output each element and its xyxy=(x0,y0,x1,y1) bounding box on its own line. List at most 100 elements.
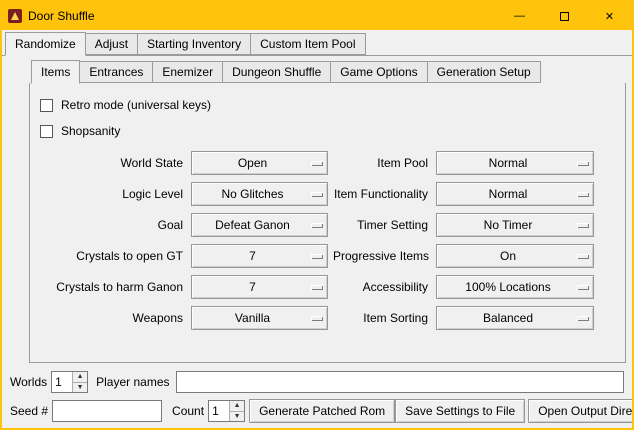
logic-level-dropdown[interactable]: No Glitches xyxy=(191,182,328,206)
titlebar: Door Shuffle — ✕ xyxy=(2,2,632,30)
goal-label: Goal xyxy=(38,218,186,232)
count-value[interactable]: 1 xyxy=(209,401,229,421)
spin-down-icon[interactable]: ▼ xyxy=(230,412,244,422)
item-pool-value: Normal xyxy=(441,156,575,170)
retro-mode-checkbox[interactable] xyxy=(40,99,53,112)
item-functionality-dropdown[interactable]: Normal xyxy=(436,182,594,206)
spin-up-icon[interactable]: ▲ xyxy=(230,401,244,412)
seed-entry[interactable] xyxy=(52,400,162,422)
logic-level-label: Logic Level xyxy=(38,187,186,201)
crystals-ganon-dropdown[interactable]: 7 xyxy=(191,275,328,299)
spin-down-icon[interactable]: ▼ xyxy=(73,383,87,393)
timer-setting-label: Timer Setting xyxy=(333,218,431,232)
dropdown-indicator-icon xyxy=(311,285,323,290)
crystals-ganon-label: Crystals to harm Ganon xyxy=(38,280,186,294)
goal-dropdown[interactable]: Defeat Ganon xyxy=(191,213,328,237)
worlds-value[interactable]: 1 xyxy=(52,372,72,392)
item-functionality-value: Normal xyxy=(441,187,575,201)
inner-notebook: Items Entrances Enemizer Dungeon Shuffle… xyxy=(29,60,626,363)
tab-adjust[interactable]: Adjust xyxy=(85,33,138,55)
item-sorting-dropdown[interactable]: Balanced xyxy=(436,306,594,330)
maximize-icon xyxy=(560,12,569,21)
tab-custom-item-pool[interactable]: Custom Item Pool xyxy=(250,33,365,55)
retro-mode-label: Retro mode (universal keys) xyxy=(61,98,211,112)
minimize-icon: — xyxy=(514,10,525,22)
save-settings-button[interactable]: Save Settings to File xyxy=(395,399,525,423)
retro-mode-row[interactable]: Retro mode (universal keys) xyxy=(40,93,625,117)
seed-label: Seed # xyxy=(10,404,48,418)
timer-setting-value: No Timer xyxy=(441,218,575,232)
crystals-gt-value: 7 xyxy=(196,249,309,263)
accessibility-label: Accessibility xyxy=(333,280,431,294)
app-window: Door Shuffle — ✕ Randomize Adjust Starti… xyxy=(0,0,634,430)
worlds-row: Worlds 1 ▲ ▼ Player names xyxy=(10,371,624,393)
item-functionality-label: Item Functionality xyxy=(333,187,431,201)
dropdown-indicator-icon xyxy=(311,223,323,228)
worlds-label: Worlds xyxy=(10,375,47,389)
dropdown-indicator-icon xyxy=(311,192,323,197)
window-controls: — ✕ xyxy=(497,2,632,30)
crystals-gt-dropdown[interactable]: 7 xyxy=(191,244,328,268)
shopsanity-row[interactable]: Shopsanity xyxy=(40,119,625,143)
world-state-value: Open xyxy=(196,156,309,170)
accessibility-value: 100% Locations xyxy=(441,280,575,294)
tab-items[interactable]: Items xyxy=(31,60,80,84)
item-sorting-label: Item Sorting xyxy=(333,311,431,325)
player-names-label: Player names xyxy=(96,375,169,389)
player-names-entry[interactable] xyxy=(176,371,625,393)
worlds-spin-arrows: ▲ ▼ xyxy=(72,372,87,392)
world-state-dropdown[interactable]: Open xyxy=(191,151,328,175)
progressive-items-value: On xyxy=(441,249,575,263)
count-label: Count xyxy=(172,404,204,418)
open-output-directory-button[interactable]: Open Output Directory xyxy=(528,399,634,423)
progressive-items-dropdown[interactable]: On xyxy=(436,244,594,268)
minimize-button[interactable]: — xyxy=(497,2,542,30)
dropdown-indicator-icon xyxy=(577,223,589,228)
randomize-tab-panel: Items Entrances Enemizer Dungeon Shuffle… xyxy=(2,56,632,428)
dropdown-indicator-icon xyxy=(311,161,323,166)
tab-starting-inventory[interactable]: Starting Inventory xyxy=(137,33,251,55)
crystals-gt-label: Crystals to open GT xyxy=(38,249,186,263)
dropdown-indicator-icon xyxy=(577,285,589,290)
weapons-label: Weapons xyxy=(38,311,186,325)
dropdown-indicator-icon xyxy=(577,161,589,166)
close-icon: ✕ xyxy=(605,10,614,23)
dropdown-indicator-icon xyxy=(577,254,589,259)
accessibility-dropdown[interactable]: 100% Locations xyxy=(436,275,594,299)
items-tab-panel: Retro mode (universal keys) Shopsanity W… xyxy=(29,82,626,363)
shopsanity-checkbox[interactable] xyxy=(40,125,53,138)
count-spinbox[interactable]: 1 ▲ ▼ xyxy=(208,400,245,422)
dropdown-indicator-icon xyxy=(311,254,323,259)
tab-generation-setup[interactable]: Generation Setup xyxy=(427,61,541,83)
item-sorting-value: Balanced xyxy=(441,311,575,325)
tab-entrances[interactable]: Entrances xyxy=(79,61,153,83)
item-pool-dropdown[interactable]: Normal xyxy=(436,151,594,175)
tab-randomize[interactable]: Randomize xyxy=(5,32,86,56)
shopsanity-label: Shopsanity xyxy=(61,124,120,138)
tab-game-options[interactable]: Game Options xyxy=(330,61,427,83)
progressive-items-label: Progressive Items xyxy=(333,249,431,263)
close-button[interactable]: ✕ xyxy=(587,2,632,30)
worlds-spinbox[interactable]: 1 ▲ ▼ xyxy=(51,371,88,393)
dropdown-indicator-icon xyxy=(577,192,589,197)
maximize-button[interactable] xyxy=(542,2,587,30)
dropdown-indicator-icon xyxy=(311,316,323,321)
inner-tab-bar: Items Entrances Enemizer Dungeon Shuffle… xyxy=(29,60,626,83)
item-pool-label: Item Pool xyxy=(333,156,431,170)
tab-dungeon-shuffle[interactable]: Dungeon Shuffle xyxy=(222,61,331,83)
goal-value: Defeat Ganon xyxy=(196,218,309,232)
tab-enemizer[interactable]: Enemizer xyxy=(152,61,223,83)
world-state-label: World State xyxy=(38,156,186,170)
crystals-ganon-value: 7 xyxy=(196,280,309,294)
options-grid: World State Open Item Pool Normal Logic … xyxy=(38,151,625,330)
spin-up-icon[interactable]: ▲ xyxy=(73,372,87,383)
timer-setting-dropdown[interactable]: No Timer xyxy=(436,213,594,237)
seed-row: Seed # Count 1 ▲ ▼ Generate Patched Rom … xyxy=(10,399,624,423)
dropdown-indicator-icon xyxy=(577,316,589,321)
weapons-value: Vanilla xyxy=(196,311,309,325)
generate-patched-rom-button[interactable]: Generate Patched Rom xyxy=(249,399,395,423)
count-spin-arrows: ▲ ▼ xyxy=(229,401,244,421)
window-title: Door Shuffle xyxy=(28,9,95,23)
logic-level-value: No Glitches xyxy=(196,187,309,201)
weapons-dropdown[interactable]: Vanilla xyxy=(191,306,328,330)
